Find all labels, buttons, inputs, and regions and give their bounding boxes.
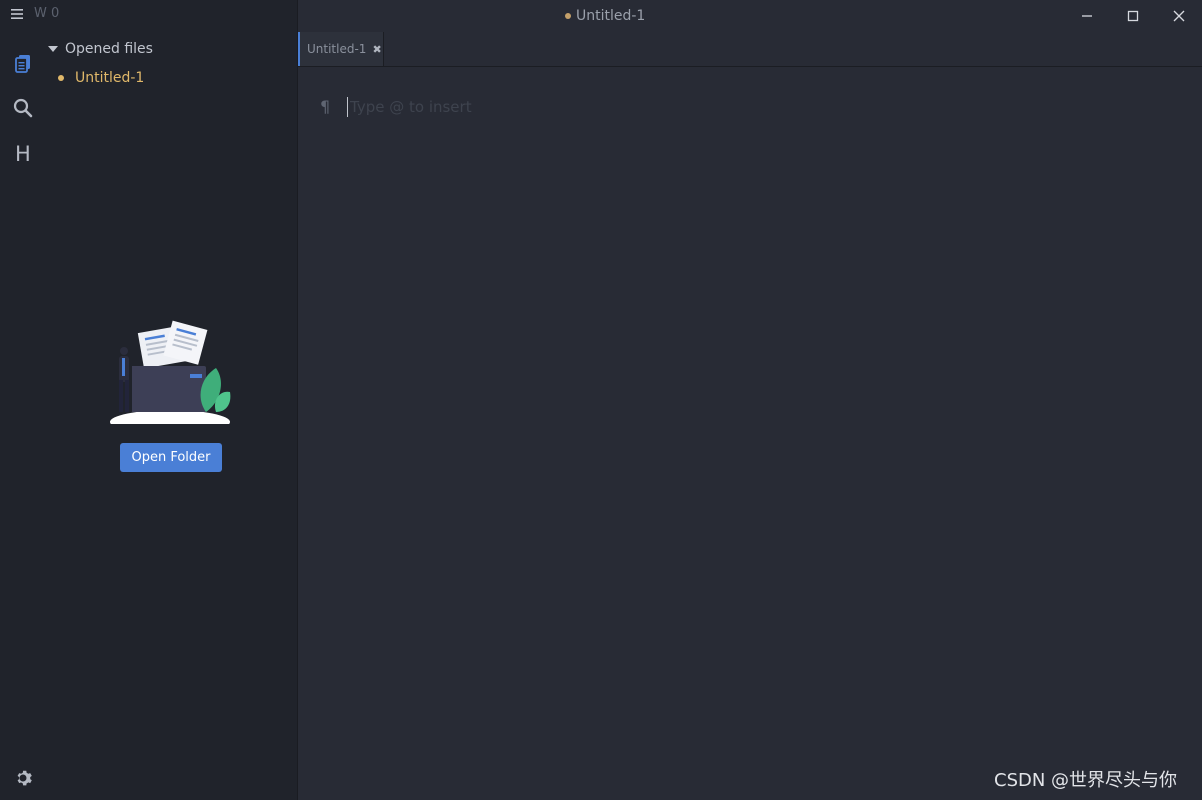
document-title: Untitled-1 xyxy=(576,8,646,24)
gear-icon[interactable] xyxy=(13,768,33,788)
chevron-down-icon xyxy=(48,46,58,52)
close-icon[interactable] xyxy=(1168,6,1190,26)
tab-label: Untitled-1 xyxy=(307,42,367,56)
editor-input[interactable]: Type @ to insert xyxy=(347,96,947,118)
tab-bar: Untitled-1 ✖ xyxy=(298,32,1202,67)
list-item[interactable]: Untitled-1 xyxy=(58,70,144,86)
editor-placeholder: Type @ to insert xyxy=(350,98,472,116)
empty-folder-illustration xyxy=(110,320,231,424)
unsaved-dot-icon xyxy=(565,13,571,19)
sidebar: W 0 H Opened files Untitled-1 Open Folde… xyxy=(0,0,298,800)
svg-text:H: H xyxy=(15,142,31,164)
opened-files-header[interactable]: Opened files xyxy=(48,41,153,57)
search-icon[interactable] xyxy=(12,97,34,119)
menu-icon[interactable] xyxy=(10,7,24,21)
watermark: CSDN @世界尽头与你 xyxy=(994,770,1178,791)
minimize-icon[interactable] xyxy=(1076,6,1098,26)
unsaved-dot-icon xyxy=(58,75,64,81)
open-folder-button[interactable]: Open Folder xyxy=(120,443,222,472)
text-cursor xyxy=(347,97,348,117)
word-count: W 0 xyxy=(34,6,60,21)
tab-untitled-1[interactable]: Untitled-1 ✖ xyxy=(298,32,384,66)
window-title: Untitled-1 xyxy=(565,8,645,24)
toc-heading-icon[interactable]: H xyxy=(12,142,34,164)
files-icon[interactable] xyxy=(12,52,34,74)
tab-close-icon[interactable]: ✖ xyxy=(372,43,381,56)
paragraph-icon[interactable]: ¶ xyxy=(320,97,330,116)
file-name: Untitled-1 xyxy=(75,70,145,86)
opened-files-title: Opened files xyxy=(65,41,153,57)
maximize-icon[interactable] xyxy=(1122,6,1144,26)
